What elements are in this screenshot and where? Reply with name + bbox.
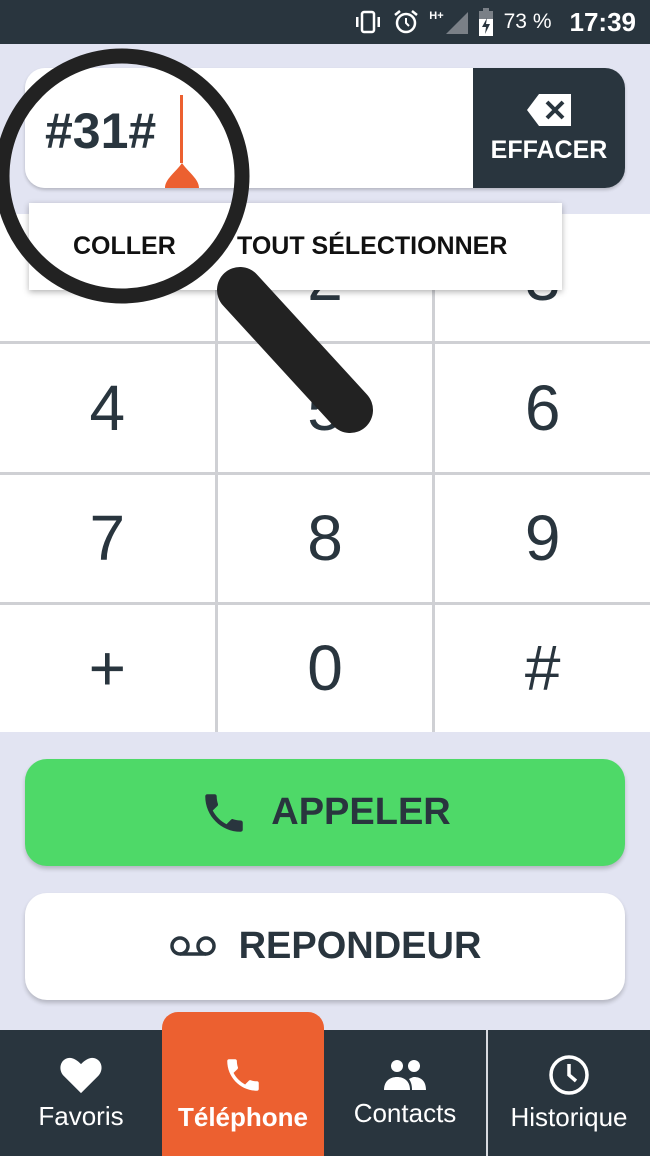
battery-charging-icon (478, 8, 494, 36)
tab-historique[interactable]: Historique (486, 1030, 650, 1156)
key-8[interactable]: 8 (217, 474, 433, 602)
dialed-number: #31# (45, 103, 157, 159)
call-button[interactable]: APPELER (25, 759, 625, 866)
heart-icon (60, 1057, 102, 1093)
text-cursor (180, 95, 183, 163)
voicemail-button[interactable]: REPONDEUR (25, 893, 625, 1000)
key-hash[interactable]: # (435, 604, 650, 732)
phone-icon (205, 793, 243, 832)
tab-label: Historique (510, 1101, 628, 1132)
select-all-option[interactable]: TOUT SÉLECTIONNER (237, 232, 507, 261)
paste-option[interactable]: COLLER (73, 232, 176, 261)
status-bar: H+ 73 % 17:39 (0, 0, 650, 44)
tab-contacts[interactable]: Contacts (324, 1030, 486, 1156)
key-0[interactable]: 0 (217, 604, 433, 732)
contacts-icon (384, 1059, 426, 1090)
tab-telephone[interactable]: Téléphone (162, 1012, 324, 1156)
bottom-nav: Favoris Téléphone Contacts Historique (0, 1012, 650, 1156)
key-4[interactable]: 4 (0, 344, 215, 472)
clear-button[interactable]: EFFACER (473, 68, 625, 188)
phone-icon (227, 1058, 259, 1091)
context-menu: COLLER TOUT SÉLECTIONNER (29, 203, 562, 290)
keypad: 1 2 3 4 5 6 7 8 9 + 0 # (0, 214, 650, 732)
tab-label: Contacts (353, 1097, 457, 1128)
key-6[interactable]: 6 (435, 344, 650, 472)
tab-favoris[interactable]: Favoris (0, 1030, 162, 1156)
alarm-icon (393, 9, 419, 35)
dial-input: #31# EFFACER (25, 68, 625, 188)
voicemail-label: REPONDEUR (238, 925, 482, 967)
signal-icon: H+ (429, 10, 468, 34)
cursor-handle[interactable] (165, 163, 199, 188)
clock-icon (549, 1054, 589, 1095)
key-plus[interactable]: + (0, 604, 215, 732)
key-9[interactable]: 9 (435, 474, 650, 602)
call-label: APPELER (271, 791, 451, 833)
tab-label: Téléphone (177, 1101, 308, 1132)
vibrate-icon (353, 10, 383, 34)
key-7[interactable]: 7 (0, 474, 215, 602)
clock: 17:39 (569, 6, 637, 37)
voicemail-icon (169, 935, 216, 956)
backspace-icon (527, 93, 571, 126)
key-5[interactable]: 5 (217, 344, 433, 472)
battery-percent: 73 % (503, 10, 552, 33)
clear-label: EFFACER (490, 135, 608, 164)
number-field[interactable]: #31# (25, 68, 473, 188)
tab-label: Favoris (38, 1100, 124, 1131)
